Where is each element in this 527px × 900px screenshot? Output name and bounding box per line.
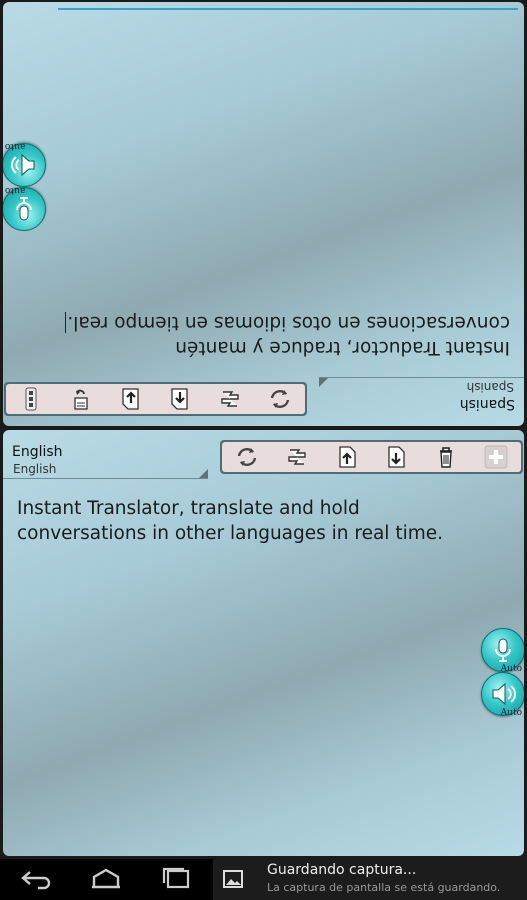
back-button[interactable] [16,865,56,893]
mic-button[interactable]: auto [3,185,46,231]
home-button[interactable] [86,865,126,893]
text-line: conversaciones en otos idiomas en tiempo… [65,312,510,333]
swap-button[interactable] [215,386,245,412]
top-translation-panel: Spanish Spanish Instant Traductor, tradu… [3,2,524,426]
import-icon [171,388,189,410]
export-button[interactable] [381,444,411,470]
notification-title: Guardando captura... [267,862,417,878]
export-icon [388,446,406,468]
menu-button[interactable] [16,386,46,412]
plus-icon [484,445,508,469]
auto-label: auto [5,141,26,151]
language-header[interactable]: English English [3,430,208,479]
screenshot-notification[interactable]: Guardando captura... La captura de panta… [213,859,527,900]
refresh-icon [270,390,290,408]
language-subname: English [13,462,57,476]
mic-button[interactable]: Auto [481,628,524,674]
recent-apps-icon [162,867,190,889]
system-navigation-bar: Guardando captura... La captura de panta… [0,859,527,900]
recent-apps-button[interactable] [156,865,196,893]
panel-toolbar [220,440,523,474]
bottom-translation-panel: English English Instant Translator, tran… [3,430,524,856]
refresh-button[interactable] [232,444,262,470]
speaker-icon [11,153,35,177]
microphone-icon [495,638,511,662]
paste-icon [74,389,88,410]
import-button[interactable] [165,386,195,412]
language-subname: Spanish [466,380,514,394]
swap-button[interactable] [282,444,312,470]
panel-toolbar [4,382,307,416]
notification-subtitle: La captura de pantalla se está guardando… [267,881,501,894]
microphone-icon [16,197,32,221]
language-header[interactable]: Spanish Spanish [319,377,524,426]
refresh-button[interactable] [265,386,295,412]
trash-icon [440,447,453,468]
auto-label: Auto [500,708,522,718]
export-icon [121,388,139,410]
refresh-icon [237,448,257,466]
image-icon [223,870,243,888]
text-line: conversations in other languages in real… [17,523,444,544]
source-text[interactable]: Instant Translator, translate and hold c… [17,496,517,546]
import-icon [338,446,356,468]
rotated-panel-content: Spanish Spanish Instant Traductor, tradu… [3,2,524,426]
speaker-icon [492,682,516,706]
home-icon [92,868,120,889]
speaker-button[interactable]: auto [3,141,46,187]
delete-button[interactable] [431,444,461,470]
menu-icon [25,387,37,411]
back-icon [21,871,51,890]
export-button[interactable] [116,386,146,412]
translated-text[interactable]: Instant Traductor, traduce y mantén conv… [10,310,510,360]
text-line: Instant Traductor, traduce y mantén [175,337,510,358]
speaker-button[interactable]: Auto [481,672,524,718]
add-button[interactable] [481,444,511,470]
import-button[interactable] [332,444,362,470]
language-name: Spanish [459,396,515,412]
text-line: Instant Translator, translate and hold [17,498,360,519]
paste-button[interactable] [66,386,96,412]
language-name: English [12,444,63,460]
swap-icon [221,391,239,407]
swap-icon [288,449,306,465]
